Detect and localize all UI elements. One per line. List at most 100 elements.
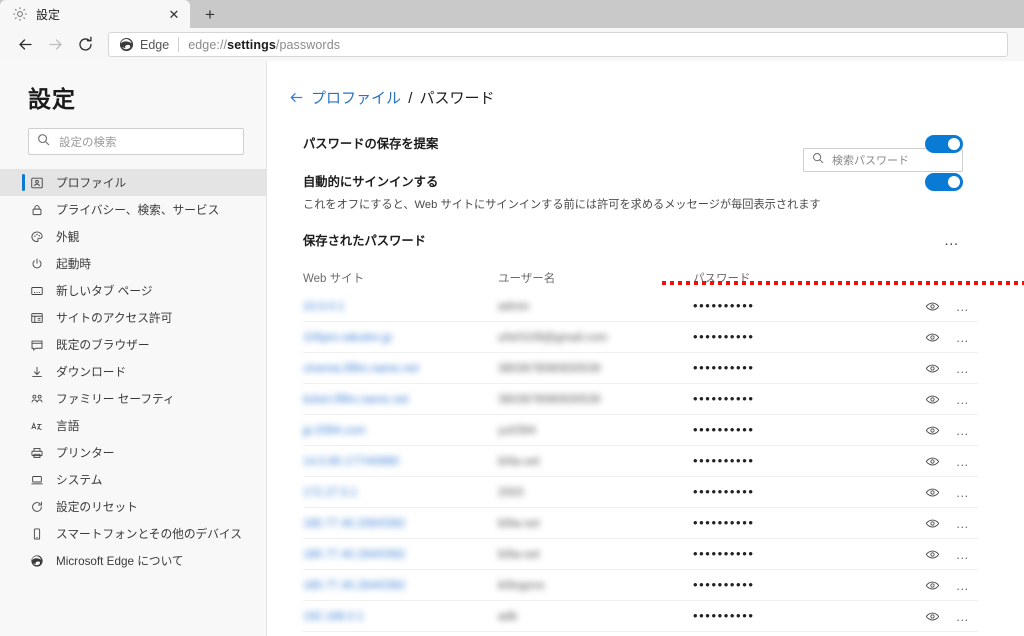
cell-website[interactable]: 100pm.rakuten.jp — [303, 332, 392, 344]
sidebar-item-11[interactable]: プリンター — [0, 439, 266, 466]
cell-password: •••••••••• — [693, 453, 755, 468]
eye-icon[interactable] — [921, 543, 943, 565]
toggle-knob — [948, 176, 960, 188]
address-bar[interactable]: Edge edge://settings/passwords — [108, 32, 1008, 57]
sidebar-item-label: プリンター — [56, 444, 114, 461]
cell-username: b0ta-set — [498, 518, 540, 530]
sidebar-item-14[interactable]: スマートフォンとその他のデバイス — [0, 520, 266, 547]
new-tab-button[interactable]: + — [193, 2, 227, 28]
table-row[interactable]: 180.77.40.264/0392b0ta-set••••••••••… — [303, 539, 978, 570]
site-permissions-icon — [28, 311, 45, 325]
table-row[interactable]: jp.0394.comyu0394••••••••••… — [303, 415, 978, 446]
cell-website[interactable]: 14.0.80.177/40990 — [303, 456, 399, 468]
eye-icon[interactable] — [921, 450, 943, 472]
sidebar-item-label: 外観 — [56, 228, 79, 245]
eye-icon[interactable] — [921, 388, 943, 410]
sidebar-item-6[interactable]: サイトのアクセス許可 — [0, 304, 266, 331]
download-icon — [28, 365, 45, 379]
settings-main: プロファイル / パスワード 検索パスワード パスワードの保存を提案 — [267, 61, 1024, 636]
cell-website[interactable]: 172.27.0.1 — [303, 487, 357, 499]
lock-icon — [28, 203, 45, 217]
edge-logo-icon — [119, 37, 134, 52]
sidebar-item-2[interactable]: プライバシー、検索、サービス — [0, 196, 266, 223]
sidebar-item-label: ダウンロード — [56, 363, 126, 380]
table-row[interactable]: 14.0.80.177/40990b0ta-set••••••••••… — [303, 446, 978, 477]
eye-icon[interactable] — [921, 357, 943, 379]
close-icon[interactable]: ✕ — [166, 6, 182, 22]
cell-website[interactable]: 180.77.40.264/0392 — [303, 580, 405, 592]
url-path: /passwords — [276, 38, 340, 52]
cell-website[interactable]: 180.77.40.264/0392 — [303, 549, 405, 561]
sidebar-item-7[interactable]: 既定のブラウザー — [0, 331, 266, 358]
cell-website[interactable]: ticket.0film.name.net — [303, 394, 408, 406]
back-arrow-icon[interactable] — [10, 31, 40, 59]
sidebar-item-10[interactable]: 言語 — [0, 412, 266, 439]
sidebar-item-3[interactable]: 外観 — [0, 223, 266, 250]
family-icon — [28, 392, 45, 406]
sidebar-item-15[interactable]: Microsoft Edge について — [0, 547, 266, 574]
sidebar-item-13[interactable]: 設定のリセット — [0, 493, 266, 520]
sidebar-item-label: 新しいタブ ページ — [56, 282, 153, 299]
sidebar-item-8[interactable]: ダウンロード — [0, 358, 266, 385]
row-more-button[interactable]: … — [952, 295, 974, 317]
url-scheme: edge:// — [188, 38, 227, 52]
row-more-button[interactable]: … — [952, 419, 974, 441]
table-row[interactable]: 180.77.40.264/0392b0togovs••••••••••… — [303, 570, 978, 601]
sidebar-item-5[interactable]: 新しいタブ ページ — [0, 277, 266, 304]
eye-icon[interactable] — [921, 512, 943, 534]
row-more-button[interactable]: … — [952, 512, 974, 534]
row-more-button[interactable]: … — [952, 357, 974, 379]
browser-toolbar: Edge edge://settings/passwords — [0, 28, 1024, 61]
table-row[interactable]: 192.168.0.1admin••••••••••… — [303, 632, 978, 636]
sidebar-item-label: サイトのアクセス許可 — [56, 309, 172, 326]
search-icon — [37, 133, 50, 151]
eye-icon[interactable] — [921, 419, 943, 441]
eye-icon[interactable] — [921, 481, 943, 503]
sidebar-item-label: ファミリー セーフティ — [56, 390, 175, 407]
settings-search-input[interactable]: 設定の検索 — [28, 128, 244, 155]
cell-password: •••••••••• — [693, 329, 755, 344]
eye-icon[interactable] — [921, 295, 943, 317]
sidebar-item-label: プライバシー、検索、サービス — [56, 201, 219, 218]
cell-username: 3803678080830539 — [498, 363, 600, 375]
table-row[interactable]: 192.168.0.1adb••••••••••… — [303, 601, 978, 632]
cell-website[interactable]: cinema.0film.name.net — [303, 363, 419, 375]
row-more-button[interactable]: … — [952, 574, 974, 596]
search-icon — [812, 151, 824, 169]
table-row[interactable]: ticket.0film.name.net3803678080830539•••… — [303, 384, 978, 415]
eye-icon[interactable] — [921, 605, 943, 627]
cell-website[interactable]: 10.0.0.1 — [303, 301, 345, 313]
cell-website[interactable]: 180.77.40.206/0392 — [303, 518, 405, 530]
sidebar-item-9[interactable]: ファミリー セーフティ — [0, 385, 266, 412]
sidebar-item-label: 起動時 — [56, 255, 91, 272]
row-more-button[interactable]: … — [952, 450, 974, 472]
table-row[interactable]: 172.27.0.12003••••••••••… — [303, 477, 978, 508]
row-more-button[interactable]: … — [952, 481, 974, 503]
table-row[interactable]: 100pm.rakuten.jpuhtr0109@gmail.com••••••… — [303, 322, 978, 353]
reload-icon[interactable] — [70, 31, 100, 59]
sidebar-item-1[interactable]: プロファイル — [0, 169, 266, 196]
browser-tab[interactable]: 設定 ✕ — [0, 0, 190, 28]
table-row[interactable]: 10.0.0.1admin••••••••••… — [303, 291, 978, 322]
table-row[interactable]: cinema.0film.name.net3803678080830539•••… — [303, 353, 978, 384]
eye-icon[interactable] — [921, 326, 943, 348]
tab-title: 設定 — [36, 6, 166, 23]
row-more-button[interactable]: … — [952, 326, 974, 348]
toggle-offer-to-save[interactable] — [925, 135, 963, 153]
eye-icon[interactable] — [921, 574, 943, 596]
sidebar-nav: プロファイルプライバシー、検索、サービス外観起動時新しいタブ ページサイトのアク… — [0, 169, 266, 574]
cell-website[interactable]: 192.168.0.1 — [303, 611, 364, 623]
breadcrumb-parent[interactable]: プロファイル — [311, 90, 401, 107]
saved-passwords-more-button[interactable]: … — [941, 229, 963, 251]
breadcrumb: プロファイル / パスワード — [311, 87, 495, 108]
cell-website[interactable]: jp.0394.com — [303, 425, 366, 437]
toggle-auto-signin[interactable] — [925, 173, 963, 191]
sidebar-item-12[interactable]: システム — [0, 466, 266, 493]
back-arrow-icon[interactable] — [285, 89, 307, 106]
row-more-button[interactable]: … — [952, 543, 974, 565]
table-row[interactable]: 180.77.40.206/0392b0ta-set••••••••••… — [303, 508, 978, 539]
sidebar-item-4[interactable]: 起動時 — [0, 250, 266, 277]
row-more-button[interactable]: … — [952, 388, 974, 410]
row-more-button[interactable]: … — [952, 605, 974, 627]
sidebar-item-label: 言語 — [56, 417, 79, 434]
